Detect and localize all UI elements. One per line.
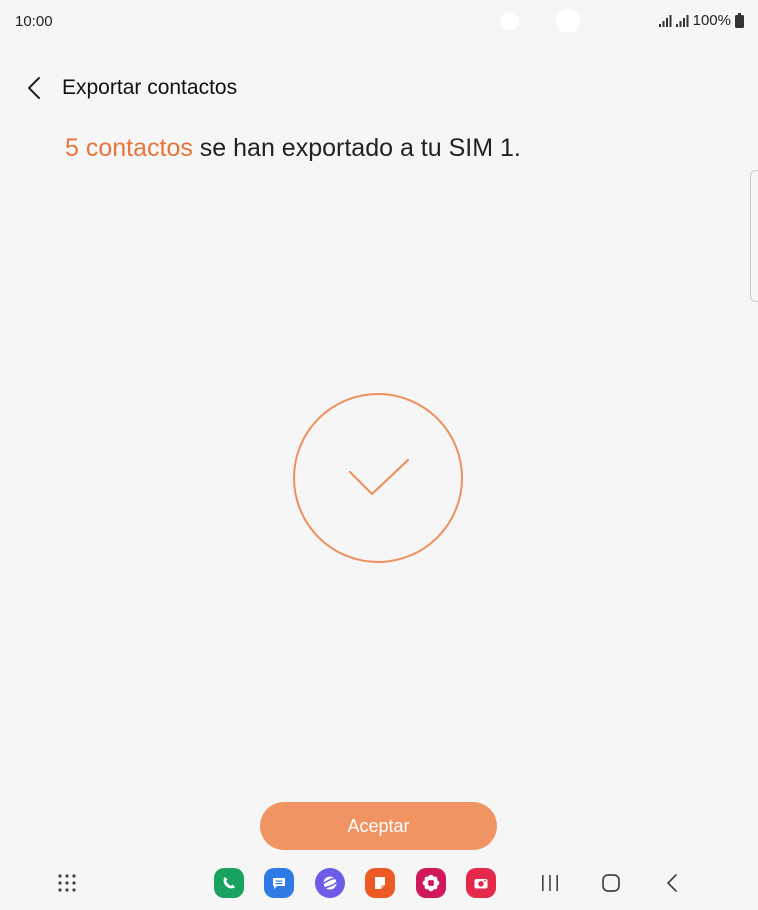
status-indicators: 100% bbox=[658, 12, 744, 29]
camera-cutout-main bbox=[556, 9, 580, 33]
export-result-message: 5 contactos se han exportado a tu SIM 1. bbox=[65, 134, 521, 163]
navigation-bar bbox=[0, 858, 758, 910]
home-icon[interactable] bbox=[595, 867, 627, 899]
internet-app-icon[interactable] bbox=[314, 867, 346, 899]
apps-grid-icon[interactable] bbox=[51, 867, 83, 899]
back-button[interactable] bbox=[20, 74, 48, 102]
status-time: 10:00 bbox=[15, 13, 53, 30]
app-header: Exportar contactos bbox=[0, 66, 758, 110]
back-arrow-icon bbox=[28, 77, 40, 99]
contacts-count-highlight: 5 contactos bbox=[65, 134, 193, 162]
camera-app-icon[interactable] bbox=[465, 867, 497, 899]
back-nav-icon[interactable] bbox=[656, 867, 688, 899]
gallery-app-icon[interactable] bbox=[415, 867, 447, 899]
phone-app-icon[interactable] bbox=[213, 867, 245, 899]
status-bar: 10:00 100% bbox=[0, 0, 758, 44]
message-rest: se han exportado a tu SIM 1. bbox=[192, 134, 521, 162]
signal-sim1-icon bbox=[658, 14, 672, 27]
signal-sim2-icon bbox=[675, 14, 689, 27]
messages-app-icon[interactable] bbox=[263, 867, 295, 899]
battery-icon bbox=[735, 13, 744, 28]
recents-icon[interactable] bbox=[534, 867, 566, 899]
battery-percentage: 100% bbox=[692, 12, 731, 29]
checkmark-circle-icon bbox=[292, 392, 464, 564]
accept-button[interactable]: Aceptar bbox=[260, 802, 497, 850]
page-title: Exportar contactos bbox=[62, 76, 238, 99]
camera-cutout bbox=[501, 12, 519, 30]
notes-app-icon[interactable] bbox=[364, 867, 396, 899]
edge-panel-handle[interactable] bbox=[750, 170, 758, 302]
